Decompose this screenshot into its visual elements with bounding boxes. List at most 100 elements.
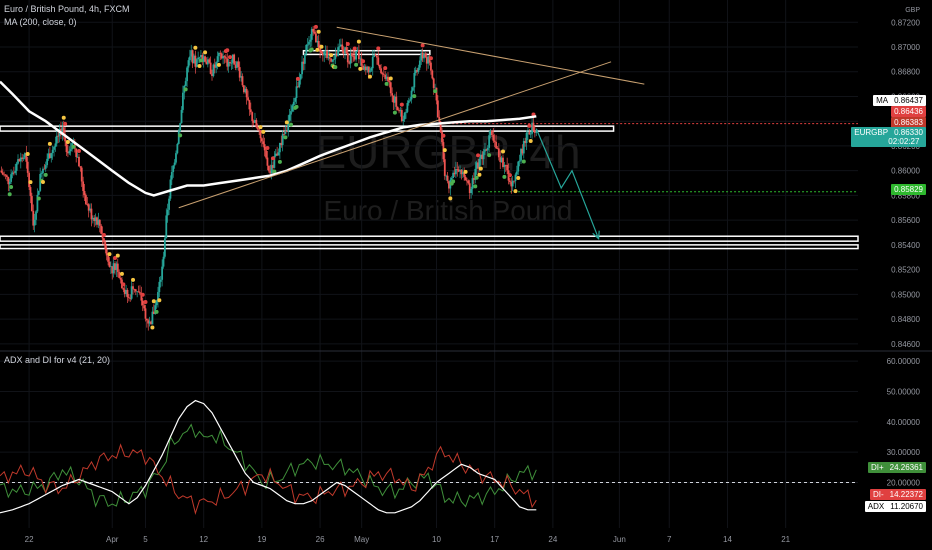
candle-body-165 <box>229 62 231 63</box>
candle-body-86 <box>119 277 122 280</box>
candle-body-184 <box>255 119 258 128</box>
candle-body-124 <box>172 165 175 173</box>
candle-body-190 <box>263 144 266 151</box>
candle-body-365 <box>506 164 509 171</box>
candle-body-281 <box>389 82 392 94</box>
candle-body-302 <box>418 60 421 68</box>
candle-body-270 <box>374 54 377 56</box>
candle-body-187 <box>259 130 262 139</box>
candle-body-266 <box>369 70 371 73</box>
signal-dot-74 <box>101 232 106 237</box>
candle-body-129 <box>179 123 182 132</box>
time-tick-12: 14 <box>723 535 732 544</box>
candle-body-60 <box>83 190 86 196</box>
signal-dot-266 <box>367 74 372 79</box>
candle-body-25 <box>35 211 37 220</box>
bar-countdown: 02:02:27 <box>888 137 920 146</box>
zone-3[interactable] <box>0 244 859 250</box>
signal-dot-224 <box>309 47 314 52</box>
ma-tag-value: 0.86437 <box>894 96 923 105</box>
indicator-tick-2: 40.00000 <box>887 418 921 427</box>
candle-body-117 <box>162 256 165 267</box>
candle-body-356 <box>493 140 496 142</box>
adx-value: 11.20670 <box>890 502 923 511</box>
time-tick-7: 10 <box>432 535 441 544</box>
signal-dot-342 <box>473 184 478 189</box>
price-tick-2: 0.86800 <box>891 68 920 77</box>
signal-dot-377 <box>521 159 526 164</box>
candle-body-210 <box>291 105 294 112</box>
candle-body-156 <box>216 56 219 63</box>
signal-dot-343 <box>474 175 479 180</box>
candle-body-166 <box>230 62 233 64</box>
resistance-value: 0.86383 <box>894 118 923 127</box>
falling-trendline[interactable] <box>336 26 645 85</box>
signal-dot-363 <box>502 174 507 179</box>
candle-body-292 <box>405 111 407 113</box>
zone-2[interactable] <box>0 235 859 242</box>
signal-dot-238 <box>329 53 334 58</box>
signal-dot-45 <box>61 115 66 120</box>
candle-body-38 <box>53 146 55 150</box>
time-axis[interactable]: 22 Apr 5 12 19 26 May 10 17 24 Jun 7 14 21 <box>25 535 791 544</box>
signal-dot-255 <box>352 46 357 51</box>
candle-body-274 <box>380 68 382 74</box>
signal-dot-319 <box>441 133 446 138</box>
candle-body-192 <box>266 157 269 166</box>
candle-body-295 <box>409 99 412 101</box>
signal-dot-27 <box>36 196 41 201</box>
candle-body-258 <box>357 50 360 60</box>
candle-body-91 <box>126 289 129 298</box>
signal-dot-278 <box>384 81 389 86</box>
candle-body-369 <box>511 180 514 187</box>
candle-body-384 <box>532 122 535 131</box>
time-tick-4: 19 <box>257 535 266 544</box>
candle-body-125 <box>173 162 176 166</box>
price-tag[interactable]: EURGBP 0.86330 02:02:27 <box>851 127 926 147</box>
signal-dot-110 <box>151 299 156 304</box>
candle-body-231 <box>320 50 323 54</box>
signal-dot-258 <box>356 39 361 44</box>
candle-body-6 <box>8 181 11 185</box>
signal-dot-277 <box>383 66 388 71</box>
price-tick-13: 0.84600 <box>891 340 920 349</box>
candle-body-354 <box>491 130 493 136</box>
candle-body-374 <box>518 160 521 162</box>
candle-body-280 <box>388 81 391 83</box>
candle-body-310 <box>430 62 432 71</box>
candle-body-57 <box>79 166 82 168</box>
candle-body-335 <box>464 176 467 181</box>
candle-body-178 <box>247 97 249 101</box>
candle-body-155 <box>215 62 218 68</box>
signal-dot-209 <box>288 122 293 127</box>
time-tick-0: 22 <box>25 535 34 544</box>
candle-body-27 <box>37 190 40 195</box>
candle-body-54 <box>75 148 78 157</box>
signal-dot-367 <box>507 173 512 178</box>
signal-dot-32 <box>43 172 48 177</box>
candle-body-128 <box>177 131 180 144</box>
candle-body-105 <box>145 318 148 321</box>
candle-body-233 <box>323 51 326 56</box>
candle-body-76 <box>105 249 108 256</box>
candle-body-100 <box>139 292 141 294</box>
signal-dot-133 <box>183 87 188 92</box>
candle-body-291 <box>403 112 406 120</box>
candle-body-386 <box>535 131 538 133</box>
candle-body-75 <box>104 241 107 250</box>
candle-body-123 <box>170 172 173 180</box>
candle-body-222 <box>308 41 310 45</box>
horizontal-zones[interactable] <box>0 0 859 528</box>
chart-canvas[interactable]: EURGBP, 4h Euro / British Pound 0.872000… <box>0 0 932 550</box>
candle-body-275 <box>381 73 384 75</box>
signal-dot-362 <box>500 149 505 154</box>
candle-body-372 <box>515 171 518 175</box>
candle-body-179 <box>248 100 251 110</box>
candle-body-1 <box>1 172 4 175</box>
candle-body-131 <box>182 92 184 110</box>
signal-dot-382 <box>528 138 533 143</box>
candle-body-268 <box>371 56 374 69</box>
di-minus-tag: DI- 14.22372 <box>869 489 926 500</box>
candle-body-223 <box>309 39 312 42</box>
signal-dot-192 <box>265 146 270 151</box>
